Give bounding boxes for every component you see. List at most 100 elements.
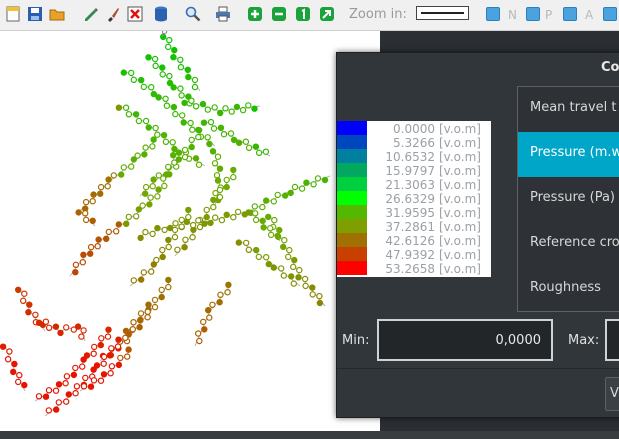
network-node[interactable] bbox=[210, 203, 217, 211]
network-node[interactable] bbox=[107, 351, 115, 359]
print-icon[interactable] bbox=[214, 5, 232, 23]
network-node[interactable] bbox=[164, 163, 172, 171]
network-node[interactable] bbox=[151, 55, 159, 63]
network-node[interactable] bbox=[309, 291, 316, 298]
network-node[interactable] bbox=[97, 377, 105, 384]
network-node[interactable] bbox=[123, 353, 131, 360]
network-node[interactable] bbox=[223, 183, 230, 191]
network-node[interactable] bbox=[291, 256, 298, 264]
network-node[interactable] bbox=[214, 177, 222, 184]
network-node[interactable] bbox=[196, 337, 203, 345]
network-node[interactable] bbox=[154, 131, 161, 138]
network-node[interactable] bbox=[220, 130, 228, 138]
network-node[interactable] bbox=[235, 239, 242, 246]
delete-icon[interactable] bbox=[126, 5, 144, 23]
network-node[interactable] bbox=[169, 139, 176, 146]
network-node[interactable] bbox=[137, 317, 144, 324]
network-node[interactable] bbox=[120, 164, 128, 171]
network-node[interactable] bbox=[172, 110, 179, 118]
network-node[interactable] bbox=[169, 151, 177, 159]
network-node[interactable] bbox=[191, 76, 199, 84]
new-document-icon[interactable] bbox=[4, 5, 22, 23]
network-node[interactable] bbox=[25, 309, 32, 316]
network-node[interactable] bbox=[276, 226, 283, 234]
network-node[interactable] bbox=[149, 143, 156, 150]
network-node[interactable] bbox=[210, 125, 218, 132]
network-node[interactable] bbox=[151, 303, 159, 311]
network-node[interactable] bbox=[199, 100, 207, 108]
network-node[interactable] bbox=[80, 383, 88, 390]
network-node[interactable] bbox=[115, 336, 122, 343]
network-node[interactable] bbox=[26, 301, 33, 308]
network-node[interactable] bbox=[234, 208, 242, 216]
network-node[interactable] bbox=[42, 393, 50, 400]
network-node[interactable] bbox=[245, 144, 253, 152]
network-node[interactable] bbox=[145, 124, 152, 131]
network-node[interactable] bbox=[45, 387, 53, 394]
network-node[interactable] bbox=[199, 318, 207, 326]
network-node[interactable] bbox=[159, 64, 166, 71]
network-node[interactable] bbox=[149, 182, 156, 190]
zoom-icon[interactable] bbox=[184, 5, 202, 23]
network-node[interactable] bbox=[142, 228, 149, 236]
network-node[interactable] bbox=[285, 253, 292, 261]
network-node[interactable] bbox=[112, 228, 120, 235]
network-node[interactable] bbox=[228, 108, 235, 115]
network-node[interactable] bbox=[222, 105, 229, 112]
network-node[interactable] bbox=[147, 268, 155, 275]
network-node[interactable] bbox=[172, 220, 179, 227]
network-node[interactable] bbox=[137, 234, 144, 242]
network-node[interactable] bbox=[114, 343, 122, 350]
network-node[interactable] bbox=[170, 103, 178, 111]
network-node[interactable] bbox=[122, 327, 130, 335]
network-node[interactable] bbox=[63, 373, 71, 380]
network-node[interactable] bbox=[203, 213, 210, 221]
network-node[interactable] bbox=[204, 307, 212, 314]
network-node[interactable] bbox=[154, 224, 161, 232]
network-node[interactable] bbox=[191, 83, 199, 91]
network-node[interactable] bbox=[16, 371, 23, 379]
network-node[interactable] bbox=[145, 301, 152, 308]
network-node[interactable] bbox=[73, 383, 81, 390]
add-icon[interactable] bbox=[246, 5, 264, 23]
network-node[interactable] bbox=[82, 216, 90, 224]
network-node[interactable] bbox=[216, 109, 224, 117]
network-node[interactable] bbox=[158, 293, 165, 301]
network-node[interactable] bbox=[155, 186, 162, 193]
database-icon[interactable] bbox=[152, 5, 170, 23]
network-node[interactable] bbox=[303, 179, 310, 186]
network-node[interactable] bbox=[195, 126, 202, 134]
network-node[interactable] bbox=[150, 176, 157, 183]
network-node[interactable] bbox=[270, 198, 277, 205]
network-node[interactable] bbox=[267, 225, 274, 232]
network-node[interactable] bbox=[15, 286, 22, 293]
network-node[interactable] bbox=[192, 103, 200, 110]
network-node[interactable] bbox=[90, 350, 97, 357]
network-node[interactable] bbox=[255, 149, 263, 157]
network-node[interactable] bbox=[122, 334, 129, 342]
network-node[interactable] bbox=[211, 104, 218, 111]
network-node[interactable] bbox=[195, 161, 203, 168]
network-node[interactable] bbox=[270, 264, 277, 271]
network-node[interactable] bbox=[213, 172, 221, 179]
network-node[interactable] bbox=[189, 221, 197, 229]
network-node[interactable] bbox=[150, 90, 157, 98]
network-node[interactable] bbox=[184, 66, 191, 74]
network-node[interactable] bbox=[177, 85, 184, 92]
network-node[interactable] bbox=[147, 84, 155, 91]
network-node[interactable] bbox=[97, 183, 105, 191]
network-node[interactable] bbox=[301, 275, 309, 283]
network-node[interactable] bbox=[32, 311, 39, 318]
network-node[interactable] bbox=[265, 213, 272, 221]
network-node[interactable] bbox=[122, 104, 130, 111]
network-node[interactable] bbox=[310, 181, 317, 188]
network-node[interactable] bbox=[265, 260, 272, 268]
network-node[interactable] bbox=[251, 203, 258, 210]
network-node[interactable] bbox=[90, 343, 98, 351]
network-node[interactable] bbox=[181, 243, 188, 251]
network-node[interactable] bbox=[216, 193, 224, 201]
network-node[interactable] bbox=[216, 165, 224, 172]
network-node[interactable] bbox=[127, 69, 135, 77]
network-node[interactable] bbox=[120, 69, 128, 76]
network-node[interactable] bbox=[214, 153, 222, 160]
